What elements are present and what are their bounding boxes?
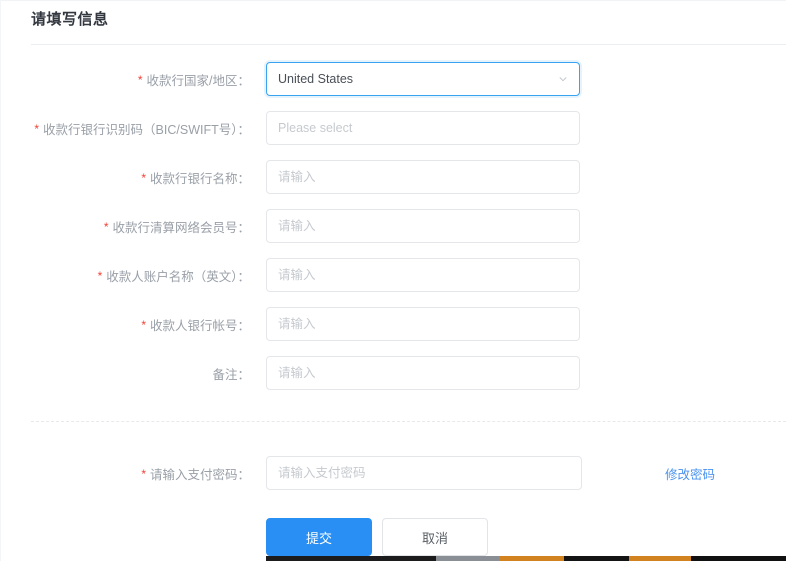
field-label-clearing-network-member-number: 收款行清算网络会员号： — [112, 220, 250, 235]
section-dashed-divider — [31, 421, 786, 422]
bottom-bar-segment — [436, 556, 499, 561]
form-row-clearing-network-member-number: * 收款行清算网络会员号： — [0, 209, 786, 243]
payee-account-name-english-input[interactable] — [266, 258, 580, 292]
bic-swift-code-input[interactable] — [266, 111, 580, 145]
required-asterisk-icon: * — [34, 122, 40, 136]
required-asterisk-icon: * — [141, 171, 146, 185]
field-label-payee-country-region: 收款行国家/地区： — [146, 73, 250, 88]
bottom-bar-segment — [564, 556, 629, 561]
cancel-button[interactable]: 取消 — [382, 518, 488, 556]
form-row-payment-password: * 请输入支付密码： 修改密码 — [0, 456, 786, 490]
bottom-bar-segment — [691, 556, 786, 561]
control-clearing-network-member-number — [266, 209, 580, 243]
label-wrap-payee-account-name-english: * 收款人账户名称（英文）： — [0, 258, 250, 292]
control-payee-bank-account-number — [266, 307, 580, 341]
top-edge-line — [0, 0, 786, 1]
bottom-bar-segment — [266, 556, 436, 561]
form-row-payee-country-region: * 收款行国家/地区： United States — [0, 62, 786, 96]
label-wrap-payee-bank-name: * 收款行银行名称： — [0, 160, 250, 194]
remark-input[interactable] — [266, 356, 580, 390]
control-payee-bank-name — [266, 160, 580, 194]
label-wrap-remark: *备注： — [0, 356, 250, 390]
required-asterisk-icon: * — [141, 467, 146, 481]
field-label-payment-password: 请输入支付密码： — [149, 467, 250, 482]
form-row-payee-bank-name: * 收款行银行名称： — [0, 160, 786, 194]
field-label-remark: 备注： — [212, 367, 250, 382]
bottom-bar-segment — [499, 556, 564, 561]
form-row-payee-bank-account-number: * 收款人银行帐号： — [0, 307, 786, 341]
required-asterisk-icon: * — [141, 318, 146, 332]
form-row-payee-account-name-english: * 收款人账户名称（英文）： — [0, 258, 786, 292]
header-divider — [31, 44, 786, 45]
field-label-bic-swift-code: 收款行银行识别码（BIC/SWIFT号）： — [43, 122, 250, 137]
required-asterisk-icon: * — [103, 220, 109, 234]
cut-off-bottom-bar — [266, 556, 786, 561]
label-wrap-bic-swift-code: * 收款行银行识别码（BIC/SWIFT号）： — [0, 111, 250, 145]
clearing-network-member-number-input[interactable] — [266, 209, 580, 243]
label-wrap-clearing-network-member-number: * 收款行清算网络会员号： — [0, 209, 250, 243]
required-asterisk-icon: * — [97, 269, 103, 283]
page-title: 请填写信息 — [31, 11, 109, 28]
form-row-bic-swift-code: * 收款行银行识别码（BIC/SWIFT号）： — [0, 111, 786, 145]
control-payee-account-name-english — [266, 258, 580, 292]
bottom-bar-segment — [629, 556, 691, 561]
chevron-down-icon[interactable] — [558, 74, 568, 84]
payee-bank-name-input[interactable] — [266, 160, 580, 194]
control-payee-country-region: United States — [266, 62, 580, 96]
change-password-link[interactable]: 修改密码 — [665, 456, 715, 490]
payee-country-region-selected-value: United States — [278, 72, 354, 86]
field-label-payee-bank-account-number: 收款人银行帐号： — [149, 318, 250, 333]
payment-info-form-page: 请填写信息 * 收款行国家/地区： United States * 收款行银行识别码（B… — [0, 0, 786, 561]
payment-password-input[interactable] — [266, 456, 582, 490]
field-label-payee-bank-name: 收款行银行名称： — [149, 171, 250, 186]
form-row-remark: *备注： — [0, 356, 786, 390]
label-wrap-payee-bank-account-number: * 收款人银行帐号： — [0, 307, 250, 341]
payee-bank-account-number-input[interactable] — [266, 307, 580, 341]
label-wrap-payment-password: * 请输入支付密码： — [0, 456, 250, 490]
payee-country-region-select[interactable]: United States — [266, 62, 580, 96]
control-bic-swift-code — [266, 111, 580, 145]
label-wrap-payee-country-region: * 收款行国家/地区： — [0, 62, 250, 96]
field-label-payee-account-name-english: 收款人账户名称（英文）： — [106, 269, 250, 284]
submit-button[interactable]: 提交 — [266, 518, 372, 556]
required-asterisk-icon: * — [137, 73, 143, 87]
control-payment-password — [266, 456, 582, 490]
control-remark — [266, 356, 580, 390]
form-actions: 提交 取消 — [0, 518, 786, 556]
